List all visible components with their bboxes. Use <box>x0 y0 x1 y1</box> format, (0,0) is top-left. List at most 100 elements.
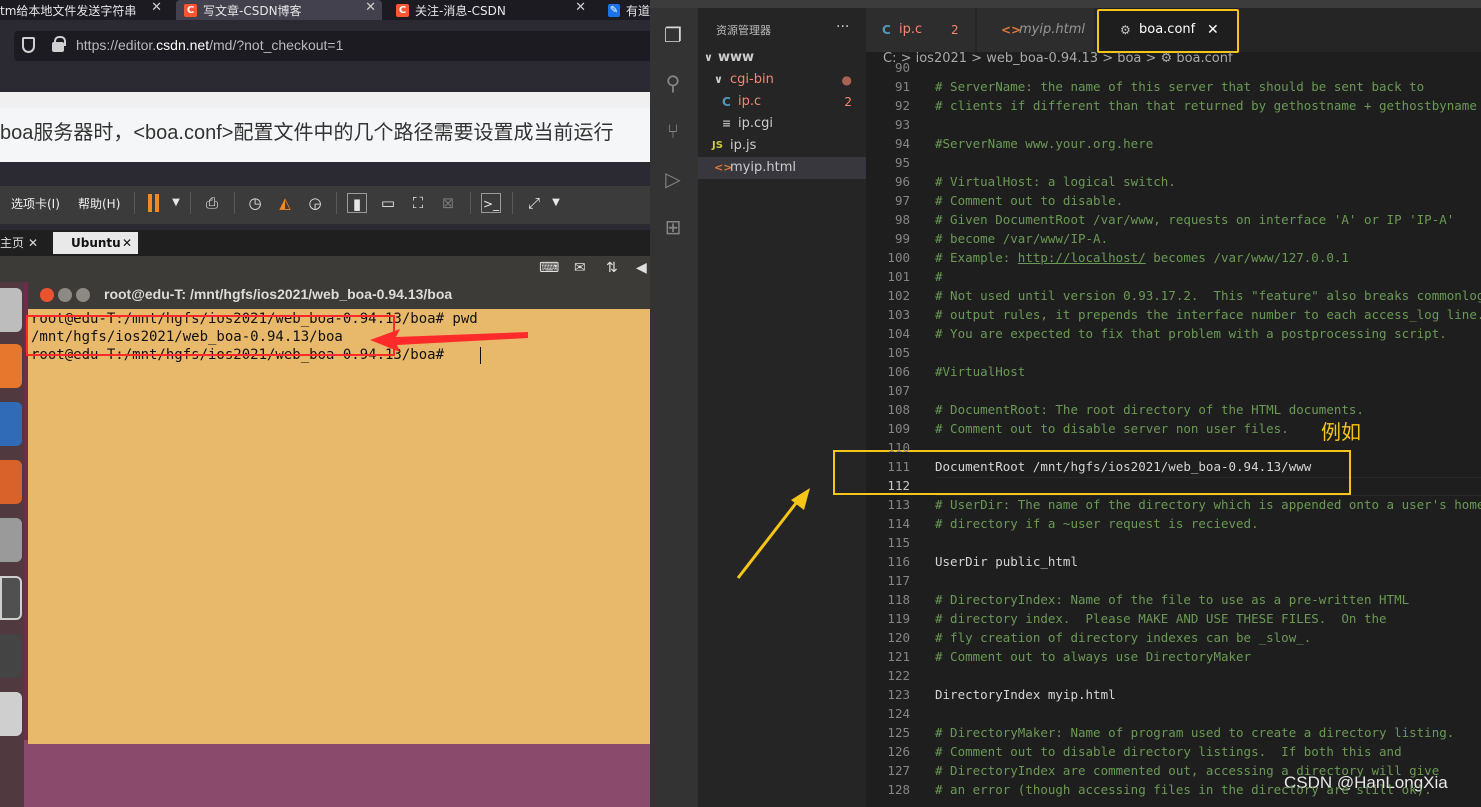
close-icon[interactable]: ✕ <box>575 0 586 15</box>
revert-snapshot-icon[interactable]: ◭ <box>275 193 295 213</box>
dash-icon[interactable] <box>0 288 22 332</box>
tree-item-ip-c[interactable]: C ip.c 2 <box>698 91 866 113</box>
code-line[interactable]: # <box>935 269 943 284</box>
browser-tab[interactable]: tm给本地文件发送字符串 ✕ <box>0 0 168 20</box>
toolbar-divider <box>336 192 337 214</box>
code-line[interactable]: # an error (though accessing files in th… <box>935 782 1432 797</box>
code-line[interactable]: # DocumentRoot: The root directory of th… <box>935 402 1364 417</box>
unity-icon[interactable]: ⊠ <box>438 193 458 213</box>
code-line[interactable]: DocumentRoot /mnt/hgfs/ios2021/web_boa-0… <box>935 459 1311 474</box>
code-link[interactable]: http://localhost/ <box>1018 250 1146 265</box>
files-icon[interactable] <box>0 344 22 388</box>
line-number: 115 <box>887 535 910 550</box>
minimize-window-button[interactable] <box>58 288 72 302</box>
code-line[interactable]: # Example: http://localhost/ becomes /va… <box>935 250 1349 265</box>
code-line[interactable]: # directory index. Please MAKE AND USE T… <box>935 611 1387 626</box>
code-line[interactable]: # Not used until version 0.93.17.2. This… <box>935 288 1481 303</box>
line-number: 100 <box>887 250 910 265</box>
code-line[interactable]: # ServerName: the name of this server th… <box>935 79 1424 94</box>
stretch-icon[interactable]: ⤢ <box>524 193 544 213</box>
line-number: 128 <box>887 782 910 797</box>
chevron-down-icon[interactable]: ▼ <box>546 193 566 213</box>
code-line[interactable]: # DirectoryIndex: Name of the file to us… <box>935 592 1409 607</box>
disc-icon[interactable] <box>0 692 22 736</box>
url-input[interactable]: https://editor.csdn.net/md/?not_checkout… <box>76 37 343 53</box>
explorer-icon[interactable]: ❐ <box>660 22 686 48</box>
breadcrumb[interactable]: C: > ios2021 > web_boa-0.94.13 > boa > ⚙… <box>883 51 1233 66</box>
close-icon[interactable]: ✕ <box>122 232 132 254</box>
tree-item-cgi-bin[interactable]: ∨ cgi-bin ● <box>698 69 866 91</box>
code-line[interactable]: # Comment out to disable. <box>935 193 1123 208</box>
terminal-icon[interactable]: >_ <box>481 193 501 213</box>
maximize-window-button[interactable] <box>76 288 90 302</box>
lock-icon[interactable] <box>52 36 66 52</box>
more-actions-icon[interactable]: ··· <box>836 19 849 35</box>
firefox-icon[interactable] <box>0 402 22 446</box>
close-icon[interactable]: ✕ <box>28 232 38 254</box>
code-line[interactable]: # Comment out to disable server non user… <box>935 421 1289 436</box>
close-window-button[interactable] <box>40 288 54 302</box>
tree-item-www[interactable]: ∨ www <box>698 47 866 69</box>
toolbar-divider <box>234 192 235 214</box>
volume-icon[interactable]: ◀ <box>636 260 647 276</box>
code-line[interactable]: # DirectoryMaker: Name of program used t… <box>935 725 1454 740</box>
line-number: 127 <box>887 763 910 778</box>
tree-item-ip-js[interactable]: JS ip.js <box>698 135 866 157</box>
keyboard-icon[interactable]: ⌨ <box>539 260 559 276</box>
toolbar-divider <box>134 192 135 214</box>
code-line[interactable]: # output rules, it prepends the interfac… <box>935 307 1481 322</box>
terminal-launcher-icon[interactable] <box>0 576 22 620</box>
pause-icon[interactable] <box>146 194 160 212</box>
console-view-icon[interactable]: ▭ <box>378 193 398 213</box>
tab-ip-c[interactable]: C ip.c 2 <box>866 8 976 52</box>
annotation-red-arrow <box>370 329 528 352</box>
code-line[interactable]: # Comment out to disable directory listi… <box>935 744 1402 759</box>
software-center-icon[interactable] <box>0 460 22 504</box>
search-icon[interactable]: ⚲ <box>660 70 686 96</box>
snapshot-manager-icon[interactable]: ◶ <box>305 193 325 213</box>
vm-tab-home[interactable]: 主页 ✕ <box>0 232 44 254</box>
menu-tabs[interactable]: 选项卡(I) <box>11 195 60 212</box>
code-line[interactable]: # become /var/www/IP-A. <box>935 231 1108 246</box>
code-line[interactable]: DirectoryIndex myip.html <box>935 687 1116 702</box>
snapshot-icon[interactable]: ◷ <box>245 193 265 213</box>
code-line[interactable]: # clients if different than that returne… <box>935 98 1477 113</box>
editor-toolbar-strip <box>0 92 650 108</box>
code-line[interactable]: #ServerName www.your.org.here <box>935 136 1153 151</box>
tracking-shield-icon[interactable] <box>22 37 35 53</box>
terminal-body[interactable] <box>28 309 650 744</box>
code-line[interactable]: # UserDir: The name of the directory whi… <box>935 497 1481 512</box>
code-line[interactable]: #VirtualHost <box>935 364 1025 379</box>
tree-item-ip-cgi[interactable]: ≡ ip.cgi <box>698 113 866 135</box>
code-line[interactable]: # Given DocumentRoot /var/www, requests … <box>935 212 1454 227</box>
send-keys-icon[interactable]: ⎙ <box>202 193 222 213</box>
browser-tab[interactable]: C 写文章-CSDN博客 ✕ <box>176 0 382 20</box>
tab-myip-html[interactable]: <> myip.html <box>977 8 1095 52</box>
extensions-icon[interactable]: ⊞ <box>660 214 686 240</box>
vm-tab-ubuntu[interactable]: Ubuntu ✕ <box>53 232 138 254</box>
chevron-down-icon[interactable]: ▼ <box>166 193 186 213</box>
code-line[interactable]: UserDir public_html <box>935 554 1078 569</box>
code-line[interactable]: # DirectoryIndex are commented out, acce… <box>935 763 1439 778</box>
settings-icon[interactable] <box>0 518 22 562</box>
code-line[interactable]: # Comment out to always use DirectoryMak… <box>935 649 1251 664</box>
workspace-icon[interactable] <box>0 634 22 678</box>
code-line[interactable]: # fly creation of directory indexes can … <box>935 630 1311 645</box>
close-icon[interactable]: ✕ <box>365 0 376 15</box>
article-text[interactable]: boa服务器时，<boa.conf>配置文件中的几个路径需要设置成当前运行 <box>0 116 613 145</box>
tree-item-myip-html[interactable]: <> myip.html <box>698 157 866 179</box>
browser-tab[interactable]: ✎ 有道 <box>604 0 650 20</box>
close-icon[interactable]: ✕ <box>151 0 162 15</box>
sidebar-view-icon[interactable]: ▮ <box>347 193 367 213</box>
run-debug-icon[interactable]: ▷ <box>660 166 686 192</box>
network-icon[interactable]: ⇅ <box>606 260 618 276</box>
code-line[interactable]: # directory if a ~user request is reciev… <box>935 516 1259 531</box>
code-line[interactable]: # You are expected to fix that problem w… <box>935 326 1447 341</box>
source-control-icon[interactable]: ⑂ <box>660 118 686 144</box>
browser-tab[interactable]: C 关注-消息-CSDN ✕ <box>390 0 592 20</box>
c-file-icon: C <box>882 23 891 37</box>
fullscreen-icon[interactable]: ⛶ <box>408 193 428 213</box>
menu-help[interactable]: 帮助(H) <box>78 195 120 212</box>
code-line[interactable]: # VirtualHost: a logical switch. <box>935 174 1176 189</box>
mail-icon[interactable]: ✉ <box>574 260 586 276</box>
